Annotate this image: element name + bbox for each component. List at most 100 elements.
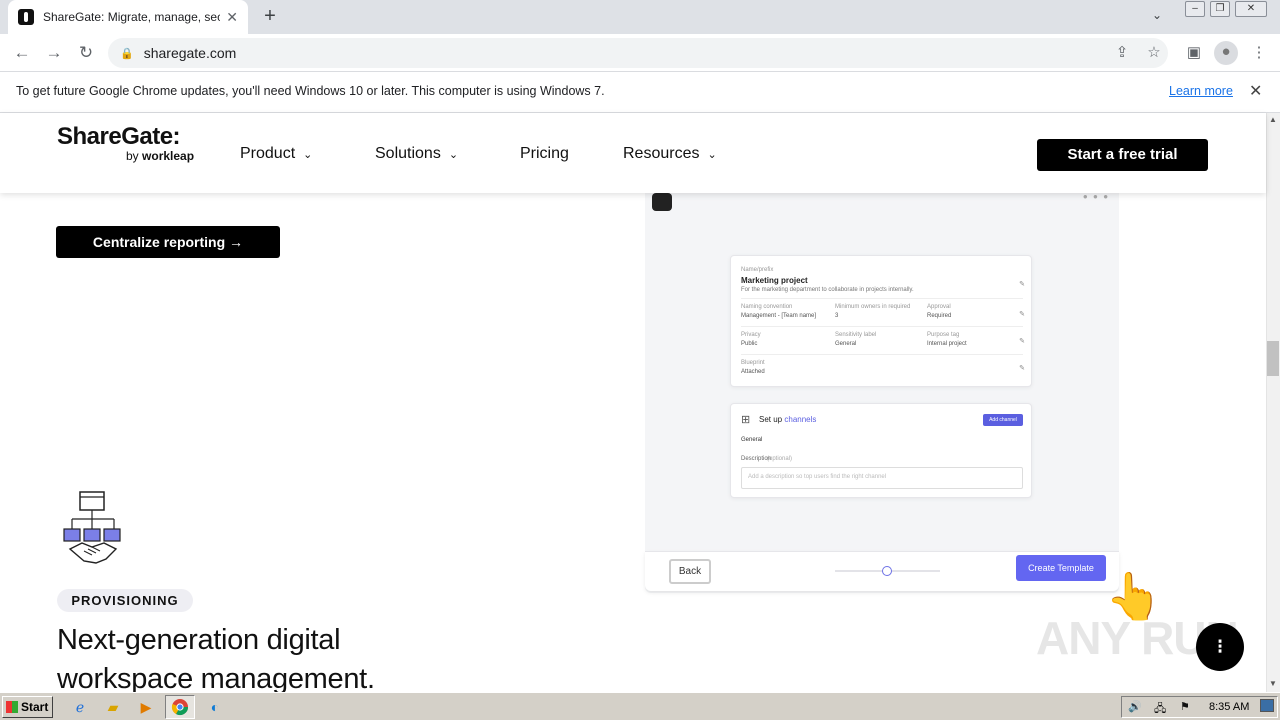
name-label: Name/prefix	[741, 267, 774, 273]
back-arrow-icon[interactable]: ←	[11, 42, 33, 64]
chevron-down-icon: ⌄	[303, 149, 313, 161]
windows-taskbar: Start ℯ ▰ ▶ ◐ 🔊 🖧 ⚑ 8:35 AM	[0, 692, 1280, 720]
blueprint-label: Blueprint	[741, 360, 765, 366]
start-button[interactable]: Start	[2, 696, 53, 718]
bookmark-star-icon[interactable]: ☆	[1143, 42, 1165, 64]
edit-pencil-icon[interactable]: ✎	[1019, 280, 1025, 288]
blueprint-value: Attached	[741, 369, 765, 375]
close-window-icon[interactable]: ✕	[1235, 1, 1267, 17]
browser-toolbar: ← → ↻ 🔒 sharegate.com ⇪ ☆ ▣ ● ⋮	[0, 34, 1280, 72]
privacy-label: Privacy	[741, 332, 761, 338]
purpose-value: Internal project	[927, 341, 967, 347]
system-tray: 🔊 🖧 ⚑	[1121, 696, 1278, 718]
media-player-icon[interactable]: ▶	[135, 697, 157, 717]
site-header: ShareGate: by workleap Product ⌄ Solution…	[0, 113, 1266, 193]
chat-launcher-button[interactable]: ⁝	[1196, 623, 1244, 671]
close-tab-icon[interactable]: ✕	[226, 9, 238, 26]
reload-icon[interactable]: ↻	[75, 42, 97, 64]
mockup-more-icon: • • •	[1083, 193, 1109, 204]
vertical-scrollbar[interactable]	[1266, 113, 1280, 692]
menu-kebab-icon[interactable]: ⋮	[1248, 42, 1270, 64]
scrollbar-thumb[interactable]	[1267, 341, 1279, 376]
workleap-byline: by workleap	[126, 149, 194, 163]
sensitivity-label: Sensitivity label	[835, 332, 877, 338]
create-template-button[interactable]: Create Template	[1016, 555, 1106, 581]
network-icon[interactable]: 🖧	[1154, 700, 1166, 719]
side-panel-icon[interactable]: ▣	[1183, 42, 1205, 64]
tab-search-chevron-icon[interactable]: ⌄	[1152, 8, 1162, 22]
share-icon[interactable]: ⇪	[1111, 42, 1133, 64]
description-optional: (optional)	[767, 456, 793, 462]
browser-tab[interactable]: ShareGate: Migrate, manage, secur ✕	[8, 0, 248, 34]
template-description: For the marketing department to collabor…	[741, 287, 914, 293]
show-desktop-icon[interactable]	[1260, 699, 1274, 712]
centralize-reporting-button[interactable]: Centralize reporting →	[56, 226, 280, 258]
nav-solutions-label: Solutions	[375, 145, 441, 162]
headline-line1: Next-generation digital	[57, 624, 341, 656]
back-button[interactable]: Back	[669, 559, 711, 584]
setup-channels-card: ⊞ Set up channels Add channel General De…	[730, 403, 1032, 498]
sensitivity-value: General	[835, 341, 857, 347]
nav-resources[interactable]: Resources ⌄	[623, 145, 717, 163]
ie-icon[interactable]: ℯ	[69, 697, 91, 717]
edge-icon[interactable]: ◐	[204, 697, 226, 717]
minimize-icon[interactable]: –	[1185, 1, 1205, 17]
mockup-app-icon	[652, 193, 672, 211]
infobar-close-icon[interactable]: ✕	[1249, 81, 1262, 101]
setup-channels-title: Set up channels	[759, 415, 816, 424]
purpose-label: Purpose tag	[927, 332, 960, 338]
nav-pricing[interactable]: Pricing	[520, 145, 569, 163]
lock-icon: 🔒	[120, 47, 134, 60]
edit-pencil-icon[interactable]: ✎	[1019, 310, 1025, 318]
product-mockup	[645, 193, 1119, 593]
chrome-taskbar-button[interactable]	[165, 695, 195, 719]
edit-pencil-icon[interactable]: ✎	[1019, 337, 1025, 345]
sharegate-logo[interactable]: ShareGate:	[57, 123, 181, 151]
restore-icon[interactable]: ❐	[1210, 1, 1230, 17]
scroll-down-arrow-icon[interactable]: ▼	[1266, 678, 1280, 690]
url-text: sharegate.com	[143, 45, 237, 61]
page-content: Centralize reporting → • • • Name/prefix…	[0, 193, 1266, 692]
headline-line2: workspace management.	[57, 663, 375, 692]
setup-channels-link: channels	[784, 415, 817, 424]
template-title: Marketing project	[741, 276, 808, 285]
chevron-down-icon: ⌄	[448, 149, 459, 161]
provisioning-handshake-icon	[63, 491, 121, 564]
chevron-down-icon: ⌄	[707, 149, 717, 161]
provisioning-badge: PROVISIONING	[57, 589, 193, 612]
new-tab-icon[interactable]: +	[258, 5, 282, 29]
profile-avatar-icon[interactable]: ●	[1214, 41, 1238, 65]
section-headline: Next-generation digital workspace manage…	[57, 621, 457, 692]
volume-icon[interactable]: 🔊	[1128, 700, 1142, 713]
scroll-up-arrow-icon[interactable]: ▲	[1266, 114, 1280, 126]
description-placeholder: Add a description so top users find the …	[748, 474, 887, 480]
chrome-icon	[171, 699, 189, 716]
forward-arrow-icon[interactable]: →	[43, 42, 65, 64]
nav-solutions[interactable]: Solutions ⌄	[375, 145, 458, 163]
nav-resources-label: Resources	[623, 145, 700, 162]
learn-more-link[interactable]: Learn more	[1169, 84, 1233, 98]
channels-icon: ⊞	[741, 414, 751, 426]
nav-product-label: Product	[240, 145, 296, 162]
description-input[interactable]: Add a description so top users find the …	[741, 467, 1023, 489]
approval-label: Approval	[927, 304, 951, 310]
general-channel: General	[741, 437, 763, 443]
nav-product[interactable]: Product ⌄	[240, 145, 312, 163]
add-channel-button[interactable]: Add channel	[983, 414, 1023, 426]
byline-by: by	[126, 149, 139, 163]
sharegate-favicon-icon	[18, 9, 34, 25]
folder-icon[interactable]: ▰	[102, 697, 124, 717]
byline-brand: workleap	[142, 149, 195, 163]
nav-pricing-label: Pricing	[520, 145, 569, 162]
approval-value: Required	[927, 313, 952, 319]
update-infobar: To get future Google Chrome updates, you…	[0, 72, 1280, 113]
step-indicator	[882, 566, 892, 576]
clock: 8:35 AM	[1209, 701, 1250, 713]
windows-flag-icon	[6, 701, 18, 713]
start-free-trial-button[interactable]: Start a free trial	[1037, 139, 1208, 171]
edit-pencil-icon[interactable]: ✎	[1019, 364, 1025, 372]
address-bar[interactable]: 🔒 sharegate.com	[108, 38, 1168, 68]
privacy-value: Public	[741, 341, 758, 347]
tab-title: ShareGate: Migrate, manage, secur	[43, 10, 221, 24]
action-center-flag-icon[interactable]: ⚑	[1180, 700, 1190, 713]
